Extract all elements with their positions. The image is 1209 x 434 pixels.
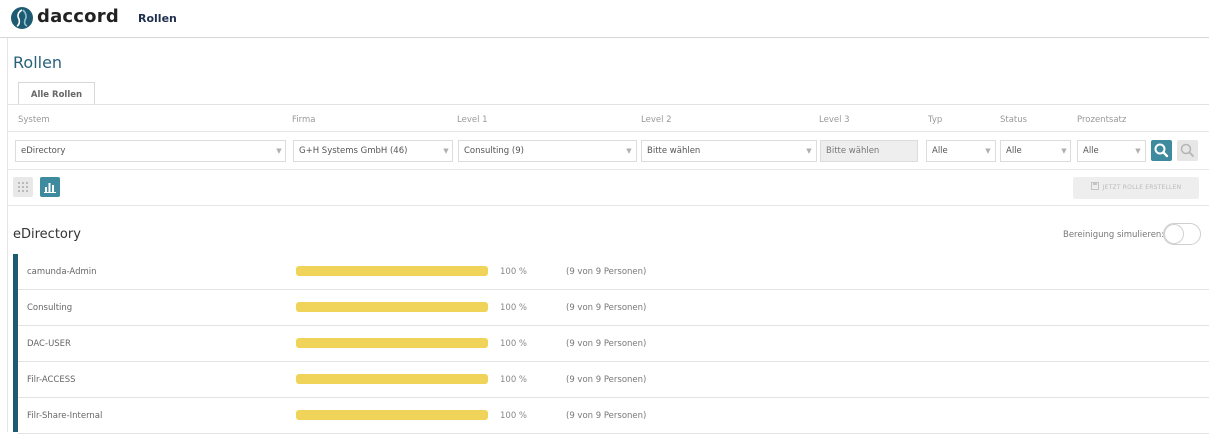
search-icon <box>1154 143 1169 158</box>
label-level-2: Level 2 <box>641 115 672 125</box>
grid-view-icon <box>18 182 28 192</box>
role-percent: 100 % <box>500 375 528 385</box>
chart-view-button[interactable] <box>40 177 60 197</box>
label-level-1: Level 1 <box>457 115 488 125</box>
role-percent: 100 % <box>500 339 528 349</box>
role-name: Filr-ACCESS <box>27 375 76 385</box>
role-row[interactable]: Consulting 100 % (9 von 9 Personen) <box>18 290 1209 326</box>
search-reset-button[interactable] <box>1177 140 1198 161</box>
bar-chart-icon <box>44 183 56 193</box>
search-button[interactable] <box>1151 140 1172 161</box>
chevron-down-icon: ▼ <box>443 147 449 155</box>
label-level-3: Level 3 <box>819 115 850 125</box>
toggle-knob <box>1165 225 1183 243</box>
role-name: Filr-Share-Internal <box>27 411 103 421</box>
simulate-cleanup-toggle[interactable] <box>1163 223 1201 245</box>
role-person-count: (9 von 9 Personen) <box>566 339 647 349</box>
role-percent: 100 % <box>500 411 528 421</box>
save-icon <box>1090 182 1099 190</box>
label-typ: Typ <box>928 115 943 125</box>
firma-select[interactable]: G+H Systems GmbH (46) <box>293 140 453 162</box>
chevron-down-icon: ▼ <box>626 147 632 155</box>
tab-divider <box>7 104 1209 105</box>
filter-divider-top <box>7 131 1209 132</box>
section-title: eDirectory <box>13 227 81 242</box>
role-progress-track <box>296 302 488 312</box>
role-progress-bar <box>296 374 488 384</box>
role-name: Consulting <box>27 303 73 313</box>
role-progress-bar <box>296 338 488 348</box>
nav-item-rollen[interactable]: Rollen <box>138 12 177 25</box>
role-percent: 100 % <box>500 303 528 313</box>
role-person-count: (9 von 9 Personen) <box>566 411 647 421</box>
chevron-down-icon: ▼ <box>276 147 282 155</box>
label-prozentsatz: Prozentsatz <box>1077 115 1127 125</box>
level-3-select: Bitte wählen <box>820 140 918 162</box>
simulate-cleanup-label: Bereinigung simulieren: <box>1063 230 1165 240</box>
page-title: Rollen <box>13 53 63 72</box>
role-progress-bar <box>296 410 488 420</box>
role-row[interactable]: Filr-ACCESS 100 % (9 von 9 Personen) <box>18 362 1209 398</box>
label-firma: Firma <box>292 115 316 125</box>
chevron-down-icon: ▼ <box>985 147 991 155</box>
level-2-select[interactable]: Bitte wählen <box>641 140 817 162</box>
top-bar: daccord Rollen <box>0 0 1209 38</box>
logo-text[interactable]: daccord <box>37 6 119 27</box>
daccord-logo-icon[interactable] <box>11 7 33 29</box>
role-progress-track <box>296 266 488 276</box>
chevron-down-icon: ▼ <box>806 147 812 155</box>
role-percent: 100 % <box>500 267 528 277</box>
system-select[interactable]: eDirectory <box>15 140 286 162</box>
level-1-select[interactable]: Consulting (9) <box>458 140 637 162</box>
tab-alle-rollen[interactable]: Alle Rollen <box>18 82 95 105</box>
chevron-down-icon: ▼ <box>1061 147 1067 155</box>
role-person-count: (9 von 9 Personen) <box>566 267 647 277</box>
create-role-label: JETZT ROLLE ERSTELLEN <box>1102 184 1182 191</box>
role-progress-track <box>296 410 488 420</box>
role-name: camunda-Admin <box>27 267 97 277</box>
search-reset-icon <box>1180 143 1194 157</box>
role-progress-track <box>296 374 488 384</box>
role-name: DAC-USER <box>27 339 71 349</box>
role-person-count: (9 von 9 Personen) <box>566 303 647 313</box>
role-progress-bar <box>296 266 488 276</box>
role-row[interactable]: camunda-Admin 100 % (9 von 9 Personen) <box>18 254 1209 290</box>
role-row[interactable]: DAC-USER 100 % (9 von 9 Personen) <box>18 326 1209 362</box>
chevron-down-icon: ▼ <box>1135 147 1141 155</box>
role-progress-track <box>296 338 488 348</box>
label-system: System <box>18 115 50 125</box>
role-row[interactable]: Filr-Share-Internal 100 % (9 von 9 Perso… <box>18 398 1209 434</box>
filter-divider-bottom <box>7 169 1209 170</box>
create-role-button[interactable]: JETZT ROLLE ERSTELLEN <box>1073 177 1199 199</box>
toolbar-divider <box>7 205 1209 206</box>
role-progress-bar <box>296 302 488 312</box>
grid-view-button[interactable] <box>13 177 33 197</box>
role-person-count: (9 von 9 Personen) <box>566 375 647 385</box>
label-status: Status <box>1000 115 1028 125</box>
